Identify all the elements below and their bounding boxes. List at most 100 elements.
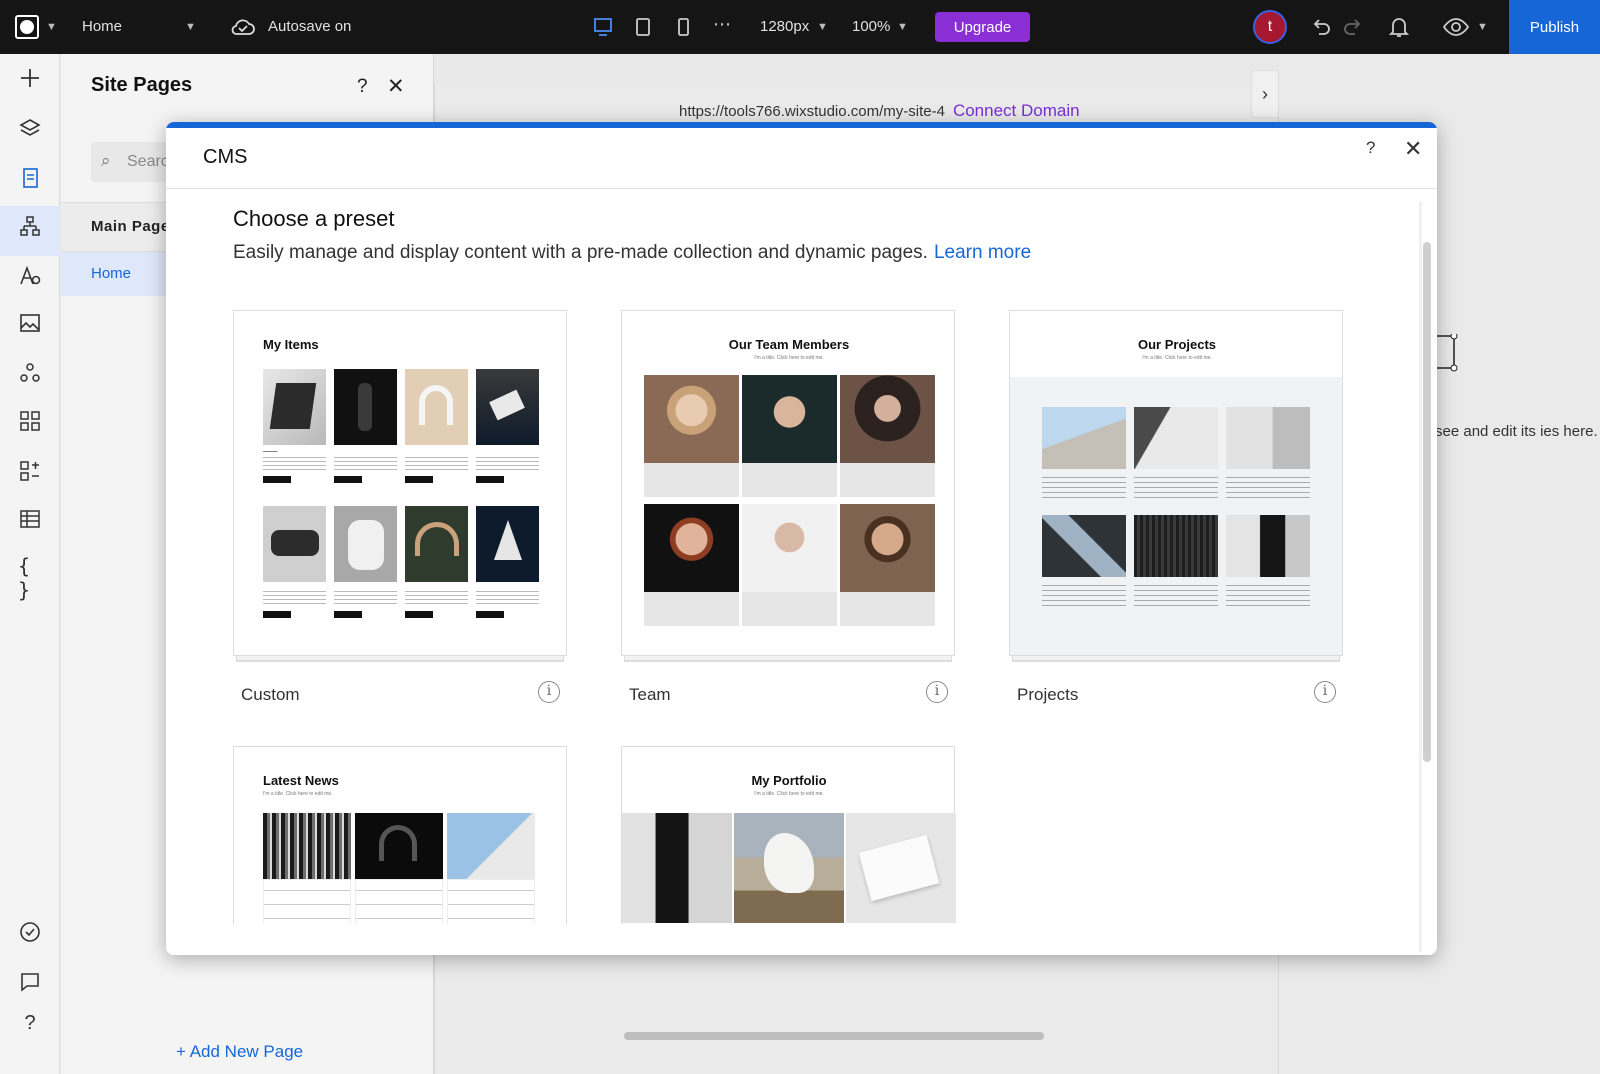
page-item-label: Home xyxy=(91,265,132,282)
chevron-down-icon[interactable]: ▼ xyxy=(1477,21,1488,33)
more-breakpoints-icon[interactable]: ⋯ xyxy=(713,14,731,35)
preview-text-lines xyxy=(1226,585,1310,609)
preview-title: My Items xyxy=(263,337,319,352)
chevron-down-icon[interactable]: ▼ xyxy=(46,21,57,33)
avatar[interactable]: t xyxy=(1253,10,1287,44)
canvas-width[interactable]: 1280px xyxy=(760,18,809,35)
notifications-bell-icon[interactable] xyxy=(1388,15,1410,39)
learn-more-link[interactable]: Learn more xyxy=(934,242,1031,263)
dialog-bottom-padding xyxy=(166,924,1416,955)
preview-photo-building xyxy=(1042,407,1126,469)
dialog-close-icon[interactable]: ✕ xyxy=(1404,136,1422,162)
preview-photo-member xyxy=(644,504,739,592)
chevron-down-icon[interactable]: ▼ xyxy=(817,21,828,33)
preview-caption-box xyxy=(644,463,739,497)
preview-subtitle: I'm a title. Click here to edit me. xyxy=(1142,355,1212,361)
preview-photo-doorway xyxy=(622,813,732,923)
preview-subtitle: I'm a title. Click here to edit me. xyxy=(754,791,824,797)
panel-close-icon[interactable]: ✕ xyxy=(387,74,405,99)
preview-text-lines xyxy=(476,591,539,605)
preset-subtitle: Easily manage and display content with a… xyxy=(233,242,1031,264)
preview-photo-member xyxy=(644,375,739,463)
horizontal-scrollbar[interactable] xyxy=(624,1032,1044,1040)
preview-photo-book xyxy=(846,813,956,923)
preview-title: My Portfolio xyxy=(751,773,827,788)
connect-domain-link[interactable]: Connect Domain xyxy=(953,101,1080,120)
cms-table-icon[interactable] xyxy=(18,507,42,531)
preview-title: Our Team Members xyxy=(728,337,850,352)
pages-icon[interactable] xyxy=(18,166,42,190)
typography-icon[interactable] xyxy=(18,264,42,288)
wix-studio-logo[interactable] xyxy=(15,15,39,39)
info-icon[interactable]: i xyxy=(1314,681,1336,703)
subtitle-text: Easily manage and display content with a… xyxy=(233,242,928,263)
design-components-icon[interactable] xyxy=(18,361,42,385)
add-elements-icon[interactable] xyxy=(18,66,42,90)
preview-caption-box xyxy=(742,463,837,497)
preview-text-lines xyxy=(1134,477,1218,501)
preview-text-lines xyxy=(476,457,539,471)
preview-image-lamp xyxy=(405,506,468,582)
preview-photo-building xyxy=(1134,407,1218,469)
preview-photo-interior xyxy=(1226,407,1310,469)
business-apps-icon[interactable] xyxy=(18,459,42,483)
info-icon[interactable]: i xyxy=(538,681,560,703)
preview-image-band xyxy=(334,369,397,445)
preview-title: Our Projects xyxy=(1137,337,1217,352)
preview-button xyxy=(334,611,362,618)
tablet-view-icon[interactable] xyxy=(633,17,653,37)
code-braces-icon[interactable]: { } xyxy=(18,554,42,602)
preview-title: Latest News xyxy=(263,773,339,788)
preset-card-custom[interactable]: My Items ━━━━━━ xyxy=(233,310,567,656)
layers-icon[interactable] xyxy=(18,116,42,140)
preview-text-lines xyxy=(334,457,397,471)
preview-eye-icon[interactable] xyxy=(1442,16,1470,38)
dialog-help-icon[interactable]: ? xyxy=(1366,138,1375,158)
expand-panel-icon[interactable]: › xyxy=(1251,70,1279,118)
chevron-down-icon[interactable]: ▼ xyxy=(897,21,908,33)
page-select[interactable]: Home xyxy=(82,18,122,35)
preview-photo-member xyxy=(840,375,935,463)
upgrade-button[interactable]: Upgrade xyxy=(935,12,1030,42)
preset-card-projects[interactable]: Our Projects I'm a title. Click here to … xyxy=(1009,310,1343,656)
mobile-view-icon[interactable] xyxy=(673,17,693,37)
preview-text-lines xyxy=(405,591,468,605)
help-icon[interactable]: ? xyxy=(18,1012,42,1036)
site-structure-icon[interactable] xyxy=(18,214,42,238)
comments-icon[interactable] xyxy=(18,970,42,994)
zoom-level[interactable]: 100% xyxy=(852,18,890,35)
panel-title: Site Pages xyxy=(91,74,193,96)
preview-photo-glass xyxy=(1042,515,1126,577)
preview-text-lines xyxy=(263,591,326,605)
panel-help-icon[interactable]: ? xyxy=(357,76,368,98)
preview-text-lines xyxy=(1134,585,1218,609)
preview-image-headphones xyxy=(405,369,468,445)
undo-icon[interactable] xyxy=(1310,16,1332,38)
preset-label-team: Team xyxy=(629,685,671,704)
autosave-status: Autosave on xyxy=(268,18,352,35)
add-new-page-link[interactable]: + Add New Page xyxy=(176,1042,303,1062)
cloud-check-icon xyxy=(231,19,255,35)
cms-preset-dialog: CMS ? ✕ Choose a preset Easily manage an… xyxy=(166,122,1437,955)
preset-card-team[interactable]: Our Team Members I'm a title. Click here… xyxy=(621,310,955,656)
preview-item-title: ━━━━━━ xyxy=(263,449,278,454)
preview-button xyxy=(334,476,362,483)
preview-text-lines xyxy=(334,591,397,605)
preset-heading: Choose a preset xyxy=(233,206,395,231)
dialog-scrollbar[interactable] xyxy=(1423,242,1431,762)
preview-image-homepod xyxy=(334,506,397,582)
site-checklist-icon[interactable] xyxy=(18,920,42,944)
preview-caption-box xyxy=(742,592,837,626)
preview-caption-box xyxy=(644,592,739,626)
redo-icon[interactable] xyxy=(1342,16,1364,38)
chevron-down-icon[interactable]: ▼ xyxy=(185,21,196,33)
media-icon[interactable] xyxy=(18,311,42,335)
preview-text-lines xyxy=(1226,477,1310,501)
info-icon[interactable]: i xyxy=(926,681,948,703)
publish-button[interactable]: Publish xyxy=(1509,0,1600,54)
desktop-view-icon[interactable] xyxy=(593,17,613,37)
preview-image-origami xyxy=(476,506,539,582)
dialog-title: CMS xyxy=(203,146,248,168)
preview-image-tablet xyxy=(263,369,326,445)
apps-icon[interactable] xyxy=(18,409,42,433)
